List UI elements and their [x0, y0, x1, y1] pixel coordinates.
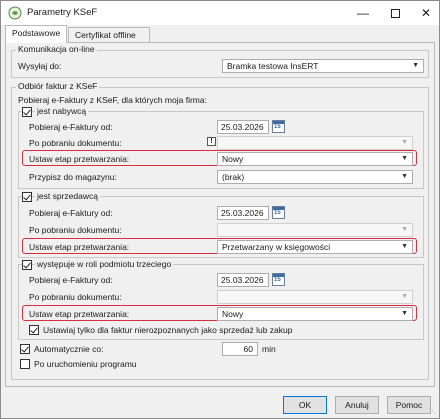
- seller-label: jest sprzedawcą: [35, 191, 100, 201]
- auto-label: Automatycznie co:: [34, 344, 104, 354]
- auto-unit-label: min: [262, 344, 276, 354]
- seller-fetch-from-date[interactable]: 25.03.2026: [217, 206, 269, 220]
- unrecognized-only-checkbox[interactable]: [29, 325, 39, 335]
- on-start-checkbox[interactable]: [20, 359, 30, 369]
- seller-checkbox[interactable]: [22, 192, 32, 202]
- buyer-stage-select[interactable]: Nowy ▼: [217, 152, 413, 166]
- buyer-after-download-label: Po pobraniu dokumentu:: [29, 138, 122, 148]
- buyer-after-download-select[interactable]: ▼: [217, 136, 413, 150]
- window-title: Parametry KSeF: [27, 7, 98, 18]
- app-icon: [8, 6, 22, 20]
- third-party-label: występuje w roli podmiotu trzeciego: [35, 259, 174, 269]
- buyer-fetch-from-label: Pobieraj e-Faktury od:: [29, 122, 113, 132]
- parametry-ksef-window: Parametry KSeF — ✕ Podstawowe Certyfikat…: [0, 0, 440, 419]
- chevron-down-icon: ▼: [412, 62, 419, 69]
- buyer-group: jest nabywcą Pobieraj e-Faktury od: 25.0…: [18, 106, 424, 189]
- send-to-label: Wysyłaj do:: [18, 61, 62, 71]
- buyer-warehouse-label: Przypisz do magazynu:: [29, 172, 117, 182]
- maximize-button[interactable]: [379, 1, 411, 25]
- seller-group: jest sprzedawcą Pobieraj e-Faktury od: 2…: [18, 191, 424, 258]
- buyer-label: jest nabywcą: [35, 106, 89, 116]
- ok-button[interactable]: OK: [283, 396, 327, 414]
- online-group-legend: Komunikacja on-line: [16, 44, 97, 54]
- calendar-icon[interactable]: 15: [272, 206, 285, 219]
- seller-fetch-from-value: 25.03.2026: [221, 208, 264, 218]
- receive-group-legend: Odbiór faktur z KSeF: [16, 81, 100, 91]
- third-stage-label: Ustaw etap przetwarzania:: [29, 309, 130, 319]
- seller-stage-label: Ustaw etap przetwarzania:: [29, 242, 130, 252]
- resize-grip-icon[interactable]: ⋱: [429, 408, 437, 416]
- tab-panel: Komunikacja on-line Wysyłaj do: Bramka t…: [5, 42, 435, 387]
- chevron-down-icon: ▼: [401, 226, 408, 233]
- third-fetch-from-label: Pobieraj e-Faktury od:: [29, 275, 113, 285]
- auto-interval-input[interactable]: 60: [222, 342, 258, 356]
- buyer-stage-label: Ustaw etap przetwarzania:: [29, 154, 130, 164]
- third-after-download-label: Po pobraniu dokumentu:: [29, 292, 122, 302]
- buyer-warehouse-select[interactable]: (brak) ▼: [217, 170, 413, 184]
- cancel-button[interactable]: Anuluj: [335, 396, 379, 414]
- third-after-download-select[interactable]: ▼: [217, 290, 413, 304]
- third-fetch-from-date[interactable]: 25.03.2026: [217, 273, 269, 287]
- calendar-icon[interactable]: 15: [272, 273, 285, 286]
- minimize-button[interactable]: —: [347, 1, 379, 25]
- third-party-checkbox[interactable]: [22, 260, 32, 270]
- chevron-down-icon: ▼: [401, 293, 408, 300]
- seller-fetch-from-label: Pobieraj e-Faktury od:: [29, 208, 113, 218]
- warning-icon: !: [207, 137, 216, 146]
- title-bar: Parametry KSeF — ✕: [1, 1, 439, 25]
- send-to-value: Bramka testowa InsERT: [227, 61, 319, 71]
- help-button[interactable]: Pomoc: [387, 396, 431, 414]
- tab-strip: Podstawowe Certyfikat offline: [1, 25, 439, 43]
- receive-intro: Pobieraj e-Faktury z KSeF, dla których m…: [18, 95, 207, 105]
- third-stage-select[interactable]: Nowy ▼: [217, 307, 413, 321]
- on-start-label: Po uruchomieniu programu: [34, 359, 137, 369]
- tab-certyfikat-offline[interactable]: Certyfikat offline: [68, 27, 150, 42]
- online-group: Komunikacja on-line Wysyłaj do: Bramka t…: [11, 44, 429, 78]
- send-to-select[interactable]: Bramka testowa InsERT ▼: [222, 59, 424, 73]
- tab-podstawowe[interactable]: Podstawowe: [5, 25, 67, 43]
- buyer-stage-value: Nowy: [222, 154, 244, 164]
- chevron-down-icon: ▼: [401, 310, 408, 317]
- seller-stage-value: Przetwarzany w księgowości: [222, 242, 331, 252]
- buyer-warehouse-value: (brak): [222, 172, 245, 182]
- chevron-down-icon: ▼: [401, 139, 408, 146]
- receive-group: Odbiór faktur z KSeF Pobieraj e-Faktury …: [11, 81, 429, 380]
- seller-stage-select[interactable]: Przetwarzany w księgowości ▼: [217, 240, 413, 254]
- third-fetch-from-value: 25.03.2026: [221, 275, 264, 285]
- seller-after-download-select[interactable]: ▼: [217, 223, 413, 237]
- third-party-group: występuje w roli podmiotu trzeciego Pobi…: [18, 259, 424, 340]
- seller-after-download-label: Po pobraniu dokumentu:: [29, 225, 122, 235]
- close-button[interactable]: ✕: [410, 1, 440, 25]
- buyer-checkbox[interactable]: [22, 107, 32, 117]
- buyer-fetch-from-date[interactable]: 25.03.2026: [217, 120, 269, 134]
- auto-interval-value: 60: [243, 344, 253, 354]
- auto-checkbox[interactable]: [20, 344, 30, 354]
- chevron-down-icon: ▼: [401, 155, 408, 162]
- chevron-down-icon: ▼: [401, 173, 408, 180]
- calendar-icon[interactable]: 15: [272, 120, 285, 133]
- third-stage-value: Nowy: [222, 309, 244, 319]
- chevron-down-icon: ▼: [401, 243, 408, 250]
- maximize-icon: [390, 9, 400, 19]
- unrecognized-only-label: Ustawiaj tylko dla faktur nierozpoznanyc…: [43, 325, 293, 335]
- buyer-fetch-from-value: 25.03.2026: [221, 122, 264, 132]
